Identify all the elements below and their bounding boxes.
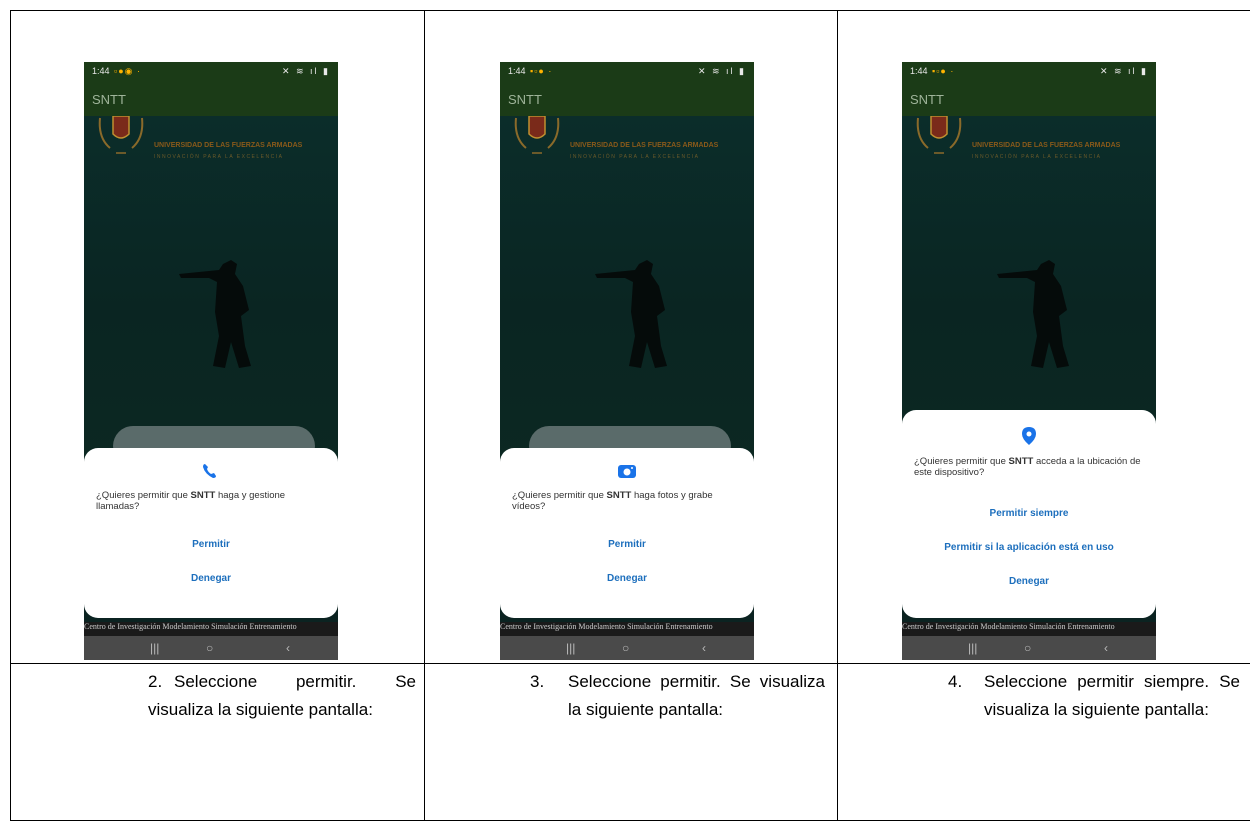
permission-dialog: ¿Quieres permitir que SNTT acceda a la u… — [902, 410, 1156, 618]
android-nav-bar: ||| ○ ‹ — [902, 636, 1156, 660]
step-text: Seleccione permitir. Se visualiza la sig… — [148, 672, 416, 719]
app-title: SNTT — [508, 92, 542, 107]
university-motto: INNOVACIÓN PARA LA EXCELENCIA — [154, 154, 284, 160]
back-button[interactable]: ‹ — [286, 641, 290, 655]
home-button[interactable]: ○ — [622, 641, 629, 655]
allow-always-button[interactable]: Permitir siempre — [902, 508, 1156, 519]
university-name: UNIVERSIDAD DE LAS FUERZAS ARMADAS — [972, 142, 1121, 149]
home-button[interactable]: ○ — [206, 641, 213, 655]
notification-icons: ▪▫● · — [932, 66, 955, 76]
notification-icons: ▫●◉ · — [114, 66, 141, 76]
footer-banner: Centro de Investigación Modelamiento Sim… — [500, 622, 754, 636]
step-text: Seleccione permitir siempre. Se visualiz… — [984, 672, 1240, 719]
status-bar: 1:44 ▪▫● · ✕ ≋ ıl ▮ — [500, 62, 754, 82]
android-nav-bar: ||| ○ ‹ — [500, 636, 754, 660]
soldier-silhouette — [997, 260, 1069, 368]
allow-while-in-use-button[interactable]: Permitir si la aplicación está en uso — [902, 542, 1156, 553]
app-title: SNTT — [92, 92, 126, 107]
recents-button[interactable]: ||| — [566, 641, 575, 655]
allow-button[interactable]: Permitir — [84, 539, 338, 550]
soldier-silhouette — [179, 260, 251, 368]
dialog-message: ¿Quieres permitir que SNTT haga y gestio… — [96, 490, 286, 512]
allow-button[interactable]: Permitir — [500, 539, 754, 550]
university-motto: INNOVACIÓN PARA LA EXCELENCIA — [972, 154, 1102, 160]
dialog-message: ¿Quieres permitir que SNTT haga fotos y … — [512, 490, 713, 512]
deny-button[interactable]: Denegar — [84, 573, 338, 584]
camera-icon — [618, 465, 636, 478]
phone-screenshot-3: 1:44 ▪▫● · ✕ ≋ ıl ▮ SNTT UNIVERSIDAD DE … — [902, 62, 1156, 660]
step-text: Seleccione permitir. Se visualiza la sig… — [568, 672, 825, 719]
home-button[interactable]: ○ — [1024, 641, 1031, 655]
signal-battery-icons: ✕ ≋ ıl ▮ — [697, 66, 746, 76]
app-title: SNTT — [910, 92, 944, 107]
table-divider — [837, 10, 838, 821]
status-time: 1:44 — [508, 66, 526, 76]
signal-battery-icons: ✕ ≋ ıl ▮ — [281, 66, 330, 76]
notification-icons: ▪▫● · — [530, 66, 553, 76]
university-name: UNIVERSIDAD DE LAS FUERZAS ARMADAS — [570, 142, 719, 149]
phone-screenshot-1: 1:44 ▫●◉ · ✕ ≋ ıl ▮ SNTT UNIVERSIDAD DE … — [84, 62, 338, 660]
phone-icon — [203, 464, 216, 478]
status-bar: 1:44 ▪▫● · ✕ ≋ ıl ▮ — [902, 62, 1156, 82]
permission-dialog: ¿Quieres permitir que SNTT haga fotos y … — [500, 448, 754, 618]
university-name: UNIVERSIDAD DE LAS FUERZAS ARMADAS — [154, 142, 303, 149]
deny-button[interactable]: Denegar — [500, 573, 754, 584]
table-divider — [424, 10, 425, 821]
footer-banner: Centro de Investigación Modelamiento Sim… — [84, 622, 338, 636]
university-motto: INNOVACIÓN PARA LA EXCELENCIA — [570, 154, 700, 160]
recents-button[interactable]: ||| — [968, 641, 977, 655]
soldier-silhouette — [595, 260, 667, 368]
table-row-divider — [10, 663, 1250, 664]
app-bar: SNTT — [902, 82, 1156, 116]
phone-screenshot-2: 1:44 ▪▫● · ✕ ≋ ıl ▮ SNTT UNIVERSIDAD DE … — [500, 62, 754, 660]
step-number: 4. — [948, 672, 963, 691]
app-bar: SNTT — [500, 82, 754, 116]
back-button[interactable]: ‹ — [702, 641, 706, 655]
deny-button[interactable]: Denegar — [902, 576, 1156, 587]
app-bar: SNTT — [84, 82, 338, 116]
status-time: 1:44 — [92, 66, 110, 76]
android-nav-bar: ||| ○ ‹ — [84, 636, 338, 660]
university-crest-icon — [514, 116, 560, 154]
location-pin-icon — [1022, 427, 1036, 445]
dialog-message: ¿Quieres permitir que SNTT acceda a la u… — [914, 456, 1141, 478]
university-crest-icon — [916, 116, 962, 154]
recents-button[interactable]: ||| — [150, 641, 159, 655]
status-bar: 1:44 ▫●◉ · ✕ ≋ ıl ▮ — [84, 62, 338, 82]
footer-banner: Centro de Investigación Modelamiento Sim… — [902, 622, 1156, 636]
signal-battery-icons: ✕ ≋ ıl ▮ — [1099, 66, 1148, 76]
step-number: 3. — [530, 672, 545, 691]
permission-dialog: ¿Quieres permitir que SNTT haga y gestio… — [84, 448, 338, 618]
back-button[interactable]: ‹ — [1104, 641, 1108, 655]
status-time: 1:44 — [910, 66, 928, 76]
university-crest-icon — [98, 116, 144, 154]
